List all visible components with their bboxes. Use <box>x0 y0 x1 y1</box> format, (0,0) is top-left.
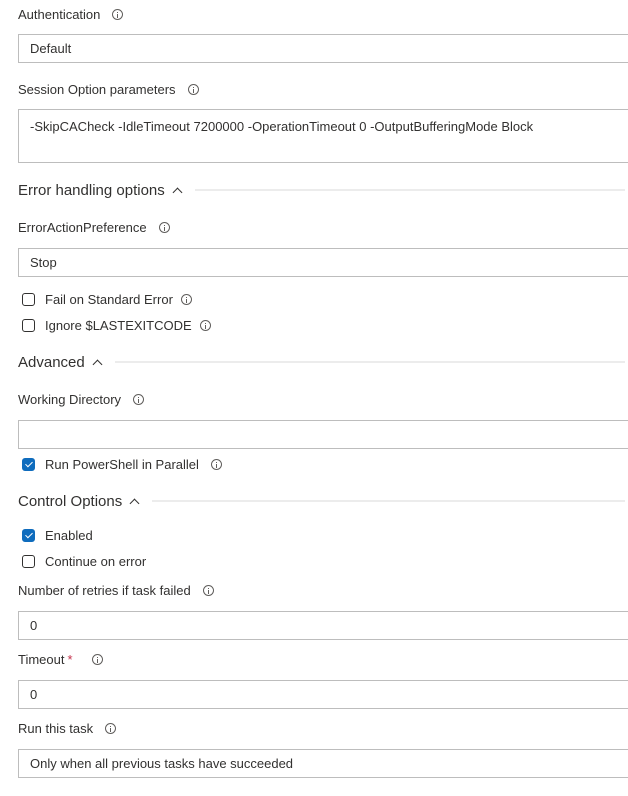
session-options-label-text: Session Option parameters <box>18 81 176 97</box>
retries-value: 0 <box>30 618 38 633</box>
ignore-lastexitcode-label: Ignore $LASTEXITCODE <box>45 317 192 333</box>
timeout-label-text: Timeout <box>18 651 65 667</box>
info-icon[interactable] <box>202 584 214 596</box>
info-icon[interactable] <box>187 83 199 95</box>
session-options-label: Session Option parameters <box>18 80 199 98</box>
authentication-select[interactable]: Default <box>18 34 628 63</box>
working-directory-label-text: Working Directory <box>18 391 122 407</box>
section-divider <box>114 361 625 363</box>
enabled-checkbox[interactable] <box>22 528 35 542</box>
control-options-section-header[interactable]: Control Options <box>18 491 625 511</box>
enabled-label: Enabled <box>45 527 93 543</box>
info-icon[interactable] <box>112 8 124 20</box>
run-parallel-label: Run PowerShell in Parallel <box>45 456 199 472</box>
timeout-input[interactable]: 0 <box>18 680 628 709</box>
run-this-task-select[interactable]: Only when all previous tasks have succee… <box>18 749 628 778</box>
session-options-value: -SkipCACheck -IdleTimeout 7200000 -Opera… <box>30 119 534 134</box>
error-action-preference-value: Stop <box>30 255 57 270</box>
info-icon[interactable] <box>199 319 211 331</box>
continue-on-error-checkbox[interactable] <box>22 554 35 568</box>
working-directory-label: Working Directory <box>18 390 145 408</box>
error-action-preference-select[interactable]: Stop <box>18 248 628 277</box>
required-asterisk: * <box>67 651 73 667</box>
chevron-up-icon[interactable] <box>92 359 103 369</box>
run-this-task-value: Only when all previous tasks have succee… <box>30 756 294 771</box>
authentication-value: Default <box>30 41 72 56</box>
info-icon[interactable] <box>180 293 192 305</box>
error-action-preference-label-text: ErrorActionPreference <box>18 219 147 235</box>
retries-label: Number of retries if task failed <box>18 581 214 599</box>
section-divider <box>194 189 625 191</box>
advanced-title: Advanced <box>18 353 85 371</box>
error-handling-title: Error handling options <box>18 181 165 199</box>
run-this-task-label-text: Run this task <box>18 720 94 736</box>
chevron-up-icon[interactable] <box>129 498 140 508</box>
timeout-label: Timeout * <box>18 650 103 668</box>
info-icon[interactable] <box>158 221 170 233</box>
fail-on-standard-error-checkbox[interactable] <box>22 292 35 306</box>
fail-on-standard-error-label: Fail on Standard Error <box>45 291 173 307</box>
info-icon[interactable] <box>105 722 117 734</box>
fail-on-standard-error-row[interactable]: Fail on Standard Error <box>22 291 192 307</box>
error-action-preference-label: ErrorActionPreference <box>18 218 170 236</box>
ignore-lastexitcode-checkbox[interactable] <box>22 318 35 332</box>
authentication-label-text: Authentication <box>18 6 101 22</box>
info-icon[interactable] <box>91 653 103 665</box>
session-options-textarea[interactable]: -SkipCACheck -IdleTimeout 7200000 -Opera… <box>18 109 628 163</box>
info-icon[interactable] <box>210 458 222 470</box>
enabled-row[interactable]: Enabled <box>22 527 93 543</box>
control-options-title: Control Options <box>18 492 123 510</box>
chevron-up-icon[interactable] <box>172 187 183 197</box>
retries-label-text: Number of retries if task failed <box>18 582 191 598</box>
run-parallel-row[interactable]: Run PowerShell in Parallel <box>22 456 222 472</box>
continue-on-error-row[interactable]: Continue on error <box>22 553 146 569</box>
info-icon[interactable] <box>133 393 145 405</box>
run-this-task-label: Run this task <box>18 719 117 737</box>
ignore-lastexitcode-row[interactable]: Ignore $LASTEXITCODE <box>22 317 211 333</box>
timeout-value: 0 <box>30 687 38 702</box>
advanced-section-header[interactable]: Advanced <box>18 352 625 372</box>
run-parallel-checkbox[interactable] <box>22 457 35 471</box>
continue-on-error-label: Continue on error <box>45 553 147 569</box>
retries-input[interactable]: 0 <box>18 611 628 640</box>
working-directory-input[interactable] <box>18 420 628 449</box>
section-divider <box>152 500 625 502</box>
error-handling-section-header[interactable]: Error handling options <box>18 180 625 200</box>
authentication-label: Authentication <box>18 5 124 23</box>
